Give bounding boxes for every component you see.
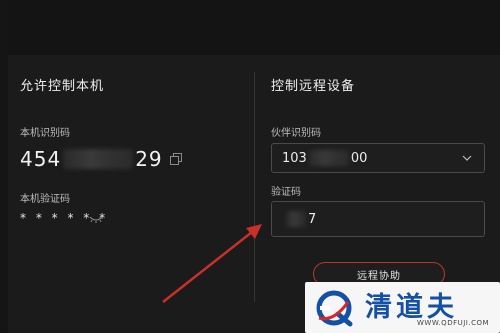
eye-icon[interactable] [89,215,103,223]
verify-code-label: 验证码 [271,187,301,198]
partner-id-dropdown[interactable]: 103 00 [271,143,485,173]
watermark-url: WWW.QDFUJI.COM [417,319,490,327]
chevron-down-icon[interactable] [462,154,472,162]
watermark: 清道夫 WWW.QDFUJI.COM [305,282,500,333]
verify-code-input[interactable]: 7 [271,201,485,237]
side-strip [0,0,8,333]
redacted-blur [308,150,349,166]
copy-icon[interactable] [170,153,182,165]
local-password-label: 本机验证码 [20,194,70,205]
logo-icon [316,290,353,327]
panel-divider [254,72,255,302]
local-id-label: 本机识别码 [20,128,70,139]
local-id-prefix: 454 [20,147,62,171]
partner-id-suffix: 00 [350,150,368,166]
partner-id-prefix: 103 [282,150,307,166]
redacted-blur [63,149,134,169]
remote-control-app: 允许控制本机 本机识别码 454 29 本机验证码 * * * * * * 控制… [0,0,500,333]
verify-code-suffix: 7 [308,211,317,227]
local-id-value: 454 29 [20,146,163,172]
partner-id-label: 伙伴识别码 [271,128,321,139]
remote-control-title: 控制远程设备 [271,79,356,94]
redacted-blur [286,211,306,227]
local-id-suffix: 29 [135,147,163,171]
allow-control-title: 允许控制本机 [20,79,105,94]
title-bar [0,0,500,55]
